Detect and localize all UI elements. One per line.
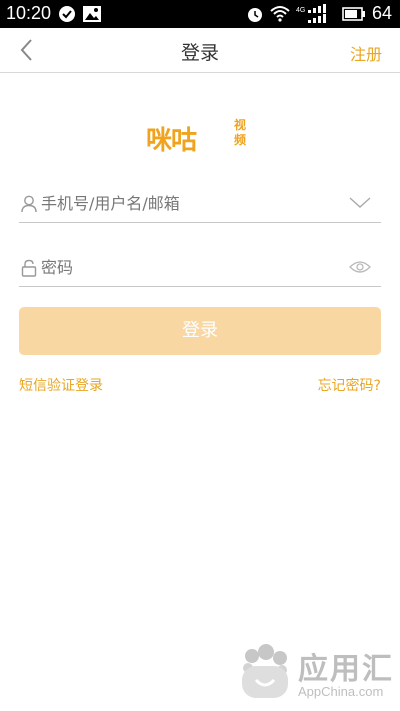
status-time: 10:20 [6,3,52,23]
forgot-password-link[interactable]: 忘记密码? [318,375,381,395]
password-input[interactable] [41,254,341,280]
user-icon [21,195,37,217]
account-dropdown-button[interactable] [349,195,371,214]
toggle-password-visibility[interactable] [349,259,371,279]
battery-level: 64 [371,3,392,23]
password-field [19,250,381,287]
logo-text: 咪咕 [146,126,197,156]
header: 登录 注册 [0,28,400,73]
alarm-icon [246,5,264,28]
username-input[interactable] [41,190,341,216]
image-icon [82,5,102,28]
watermark-subtext: AppChina.com [298,684,384,699]
appchina-logo-icon [242,644,288,698]
eye-icon [349,261,371,273]
check-circle-icon [58,5,76,28]
battery-icon [342,7,366,26]
svg-text:4G: 4G [296,7,305,14]
signal-icon: 4G [296,4,336,29]
migu-video-logo: 咪咕 视频 [146,118,256,156]
chevron-down-icon [349,197,371,208]
register-link[interactable]: 注册 [350,41,382,65]
wifi-icon [270,5,290,28]
lock-icon [21,259,37,281]
logo-subtext: 视频 [234,118,247,147]
login-button[interactable]: 登录 [19,307,381,355]
status-bar: 10:20 4G 64 [0,0,400,28]
watermark-text: 应用汇 [298,652,394,687]
appchina-watermark: 应用汇 AppChina.com [236,642,396,704]
page-title: 登录 [180,42,219,64]
sms-login-link[interactable]: 短信验证登录 [19,375,103,395]
username-field [19,186,381,223]
